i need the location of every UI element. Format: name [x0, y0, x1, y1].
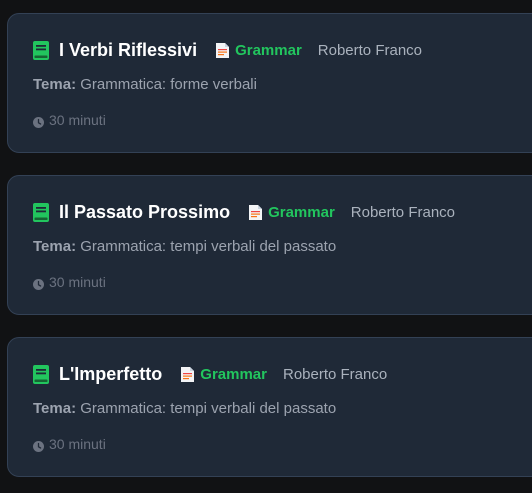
lesson-duration: 30 minuti — [33, 436, 106, 452]
author-name: Roberto Franco — [350, 204, 455, 221]
lesson-header: Il Passato Prossimo Grammar Roberto Fran… — [33, 202, 455, 223]
author-name: Roberto Franco — [282, 366, 388, 383]
topic-label: Tema: — [33, 238, 77, 255]
duration-text: 30 minuti — [49, 112, 106, 128]
topic-value: Grammatica: forme verbali — [80, 76, 257, 93]
lesson-card[interactable]: Il Passato Prossimo Grammar Roberto Fran… — [7, 175, 532, 315]
lesson-header: L'Imperfetto Grammar Roberto Franco — [33, 364, 387, 385]
category-tag: Grammar — [200, 366, 267, 383]
lesson-duration: 30 minuti — [33, 274, 106, 290]
topic-value: Grammatica: tempi verbali del passato — [80, 400, 337, 417]
clock-icon — [33, 277, 44, 290]
lesson-title[interactable]: L'Imperfetto — [59, 364, 162, 385]
lesson-card[interactable]: I Verbi Riflessivi Grammar Roberto Franc… — [7, 13, 532, 153]
document-icon — [249, 205, 263, 220]
category-tag: Grammar — [268, 204, 335, 221]
clock-icon — [33, 115, 44, 128]
lesson-topic: Tema: Grammatica: tempi verbali del pass… — [33, 400, 336, 417]
lesson-topic: Tema: Grammatica: forme verbali — [33, 76, 257, 93]
lesson-title[interactable]: Il Passato Prossimo — [59, 202, 230, 223]
document-icon — [216, 43, 230, 58]
lesson-card[interactable]: L'Imperfetto Grammar Roberto Franco Tema… — [7, 337, 532, 477]
lesson-title[interactable]: I Verbi Riflessivi — [59, 40, 197, 61]
topic-value: Grammatica: tempi verbali del passato — [80, 238, 337, 255]
topic-label: Tema: — [33, 400, 77, 417]
book-icon — [33, 41, 49, 60]
lesson-header: I Verbi Riflessivi Grammar Roberto Franc… — [33, 40, 422, 61]
book-icon — [33, 365, 49, 384]
book-icon — [33, 203, 49, 222]
clock-icon — [33, 439, 44, 452]
lesson-topic: Tema: Grammatica: tempi verbali del pass… — [33, 238, 336, 255]
lesson-list: I Verbi Riflessivi Grammar Roberto Franc… — [0, 0, 532, 493]
lesson-duration: 30 minuti — [33, 112, 106, 128]
duration-text: 30 minuti — [49, 274, 106, 290]
topic-label: Tema: — [33, 76, 77, 93]
category-tag: Grammar — [235, 42, 302, 59]
author-name: Roberto Franco — [317, 42, 422, 59]
duration-text: 30 minuti — [49, 436, 106, 452]
document-icon — [181, 367, 195, 382]
